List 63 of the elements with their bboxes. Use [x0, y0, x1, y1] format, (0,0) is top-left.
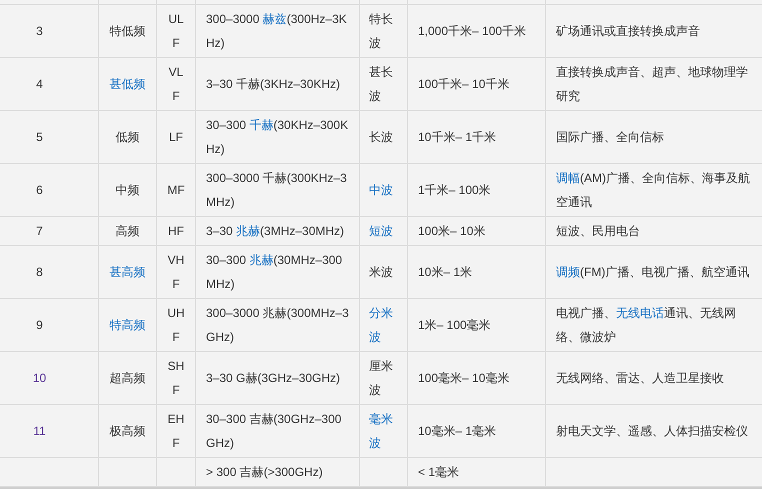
table-cell: UHF: [156, 298, 196, 351]
link[interactable]: 兆赫: [236, 224, 260, 238]
table-cell: 300–3000 千赫(300KHz–3MHz): [196, 163, 360, 216]
table-cell: 极高频: [98, 404, 156, 457]
link[interactable]: 甚低频: [110, 76, 146, 90]
table-cell: ULF: [156, 4, 196, 57]
table-cell: VHF: [156, 245, 196, 298]
table-cell: 100米– 10米: [408, 216, 546, 245]
table-cell: 30–300 吉赫(30GHz–300GHz): [196, 404, 360, 457]
link[interactable]: 毫米波: [369, 406, 398, 454]
link[interactable]: 千赫: [249, 118, 274, 132]
table-cell: 米波: [360, 245, 408, 298]
link[interactable]: 调频: [556, 264, 580, 278]
table-cell: 5: [0, 110, 98, 163]
table-cell: 低频: [98, 110, 156, 163]
table-cell: 8: [0, 245, 98, 298]
link[interactable]: 无线电话: [616, 306, 664, 320]
link[interactable]: 11: [33, 424, 46, 438]
table-cell: 中频: [98, 163, 156, 216]
table-cell: 100毫米– 10毫米: [408, 351, 546, 404]
table-cell: 1米– 100毫米: [408, 298, 546, 351]
link[interactable]: 分米波: [369, 300, 398, 348]
table-cell: 1,000千米– 100千米: [408, 4, 546, 57]
table-cell: 30–300 兆赫(30MHz–300MHz): [196, 245, 360, 298]
table-cell: 10米– 1米: [408, 245, 546, 298]
table-cell: 甚长波: [360, 57, 408, 110]
table-cell: SHF: [156, 351, 196, 404]
table-cell: 超高频: [98, 351, 156, 404]
link[interactable]: 短波: [369, 218, 393, 242]
table-cell: 特长波: [360, 4, 408, 57]
table-cell: 3–30 千赫(3KHz–30KHz): [196, 57, 360, 110]
table-cell: EHF: [156, 404, 196, 457]
table-cell: VLF: [156, 57, 196, 110]
link[interactable]: 赫兹: [262, 12, 287, 26]
table-cell: 7: [0, 216, 98, 245]
link[interactable]: 甚高频: [110, 264, 146, 278]
table-cell: 9: [0, 298, 98, 351]
link[interactable]: 中波: [369, 178, 393, 202]
link[interactable]: 10: [32, 370, 46, 384]
link[interactable]: 特高频: [110, 318, 146, 332]
table-cell: 长波: [360, 110, 408, 163]
table-cell: 3–30 G赫(3GHz–30GHz): [196, 351, 360, 404]
table-cell: 3: [0, 4, 98, 57]
table-cell: 厘米波: [360, 351, 408, 404]
table-cell: LF: [156, 110, 196, 163]
table-cell: 特低频: [98, 4, 156, 57]
link[interactable]: 调幅: [556, 170, 580, 184]
table-cell: > 300 吉赫(>300GHz): [196, 457, 360, 486]
table-cell: 6: [0, 163, 98, 216]
table-cell: HF: [156, 216, 196, 245]
table-cell: 30–300 千赫(30KHz–300KHz): [196, 110, 360, 163]
table-cell: 300–3000 赫兹(300Hz–3KHz): [196, 4, 360, 57]
table-cell: 10千米– 1千米: [408, 110, 546, 163]
table-cell: 300–3000 兆赫(300MHz–3GHz): [196, 298, 360, 351]
table-cell: 3–30 兆赫(3MHz–30MHz): [196, 216, 360, 245]
table-cell: 1千米– 100米: [408, 163, 546, 216]
table-cell: 4: [0, 57, 98, 110]
table-cell: MF: [156, 163, 196, 216]
table-cell: 10毫米– 1毫米: [408, 404, 546, 457]
table-cell: < 1毫米: [408, 457, 546, 486]
table-cell: 高频: [98, 216, 156, 245]
link[interactable]: 兆赫: [249, 252, 274, 266]
table-cell: 100千米– 10千米: [408, 57, 546, 110]
